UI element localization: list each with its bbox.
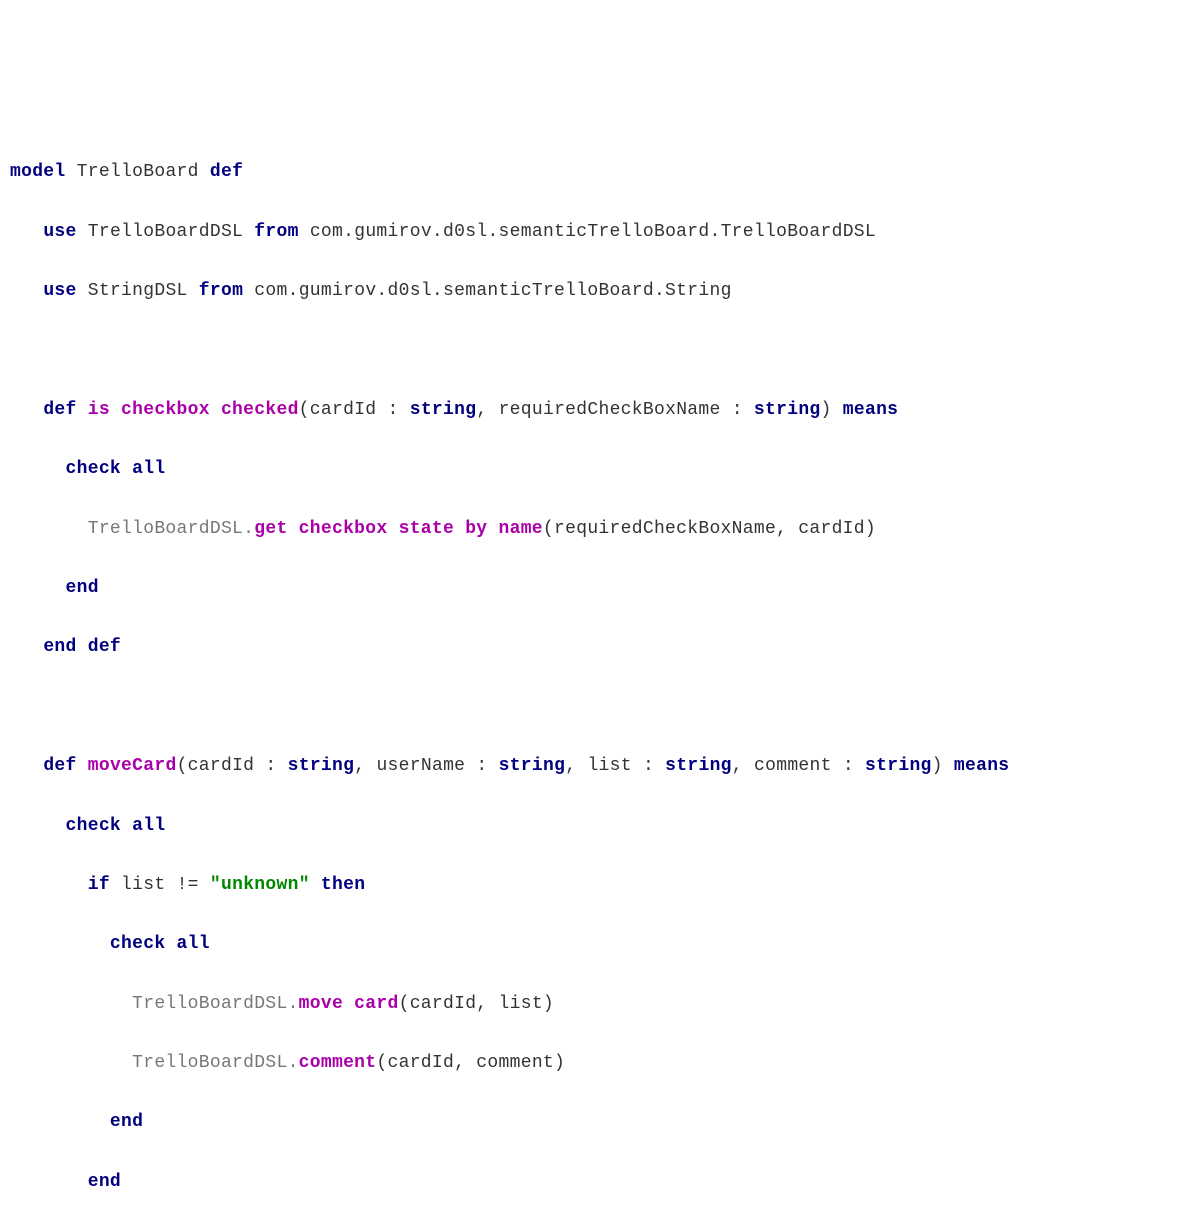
kw-then: then <box>321 875 365 895</box>
line-15: TrelloBoardDSL.move card(cardId, list) <box>10 990 1183 1020</box>
method-comment: comment <box>299 1053 377 1073</box>
kw-means: means <box>843 400 899 420</box>
line-7: TrelloBoardDSL.get checkbox state by nam… <box>10 515 1183 545</box>
kw-enddef: end def <box>43 637 121 657</box>
pkg-trellodsl: com.gumirov.d0sl.semanticTrelloBoard.Tre… <box>310 222 876 242</box>
kw-string: string <box>754 400 821 420</box>
kw-model: model <box>10 162 66 182</box>
kw-means: means <box>954 756 1010 776</box>
line-blank2 <box>10 693 1183 723</box>
param-reqcheckbox: requiredCheckBoxName <box>499 400 721 420</box>
param-username: userName <box>376 756 465 776</box>
line-12: check all <box>10 812 1183 842</box>
param-list: list <box>587 756 631 776</box>
fn-movecard: moveCard <box>88 756 177 776</box>
kw-checkall: check all <box>66 816 166 836</box>
args-cardcomment: (cardId, comment) <box>376 1053 565 1073</box>
line-blank <box>10 337 1183 367</box>
kw-string: string <box>865 756 932 776</box>
line-8: end <box>10 574 1183 604</box>
line-14: check all <box>10 930 1183 960</box>
param-cardid2: cardId <box>188 756 255 776</box>
line-18: end <box>10 1168 1183 1198</box>
id-trelloboard: TrelloBoard <box>77 162 199 182</box>
cls-trelloboarddsl2: TrelloBoardDSL <box>132 994 287 1014</box>
kw-end: end <box>110 1112 143 1132</box>
kw-def: def <box>43 400 76 420</box>
id-list: list <box>121 875 165 895</box>
fn-ischeckbox: is checkbox checked <box>88 400 299 420</box>
kw-end: end <box>88 1172 121 1192</box>
line-17: end <box>10 1108 1183 1138</box>
kw-end: end <box>66 578 99 598</box>
id-stringdsl: StringDSL <box>88 281 188 301</box>
method-movecard: move card <box>299 994 399 1014</box>
line-9: end def <box>10 633 1183 663</box>
pkg-stringdsl: com.gumirov.d0sl.semanticTrelloBoard.Str… <box>254 281 731 301</box>
line-3: use StringDSL from com.gumirov.d0sl.sema… <box>10 277 1183 307</box>
kw-use: use <box>43 281 76 301</box>
code-block: model TrelloBoard def use TrelloBoardDSL… <box>10 129 1183 1216</box>
kw-checkall: check all <box>110 934 210 954</box>
line-5: def is checkbox checked(cardId : string,… <box>10 396 1183 426</box>
str-unknown: "unknown" <box>210 875 310 895</box>
kw-from: from <box>254 222 298 242</box>
kw-string: string <box>499 756 566 776</box>
method-getcheckbox: get checkbox state by name <box>254 519 543 539</box>
cls-trelloboarddsl3: TrelloBoardDSL <box>132 1053 287 1073</box>
args-reqcard: (requiredCheckBoxName, cardId) <box>543 519 876 539</box>
id-trelloboarddsl: TrelloBoardDSL <box>88 222 243 242</box>
line-16: TrelloBoardDSL.comment(cardId, comment) <box>10 1049 1183 1079</box>
kw-from: from <box>199 281 243 301</box>
line-13: if list != "unknown" then <box>10 871 1183 901</box>
kw-string: string <box>410 400 477 420</box>
line-11: def moveCard(cardId : string, userName :… <box>10 752 1183 782</box>
kw-use: use <box>43 222 76 242</box>
kw-string: string <box>288 756 355 776</box>
kw-checkall: check all <box>66 459 166 479</box>
args-cardlist: (cardId, list) <box>399 994 554 1014</box>
line-2: use TrelloBoardDSL from com.gumirov.d0sl… <box>10 218 1183 248</box>
cls-trelloboarddsl: TrelloBoardDSL <box>88 519 243 539</box>
line-1: model TrelloBoard def <box>10 158 1183 188</box>
kw-string: string <box>665 756 732 776</box>
kw-def: def <box>43 756 76 776</box>
line-6: check all <box>10 455 1183 485</box>
param-comment: comment <box>754 756 832 776</box>
kw-if: if <box>88 875 110 895</box>
kw-def: def <box>210 162 243 182</box>
param-cardid: cardId <box>310 400 377 420</box>
op-neq: != <box>165 875 209 895</box>
